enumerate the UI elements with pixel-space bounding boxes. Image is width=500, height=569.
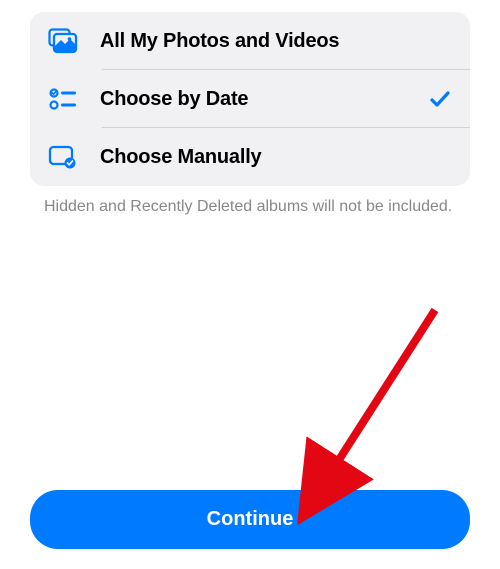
- option-label: Choose by Date: [100, 88, 428, 111]
- checkmark-icon: [428, 87, 452, 111]
- options-card: All My Photos and Videos Choose by Date: [30, 12, 470, 186]
- continue-button[interactable]: Continue: [30, 490, 470, 549]
- option-label: All My Photos and Videos: [100, 30, 452, 53]
- option-all-photos[interactable]: All My Photos and Videos: [30, 12, 470, 70]
- rectangle-badge-check-icon: [48, 142, 78, 172]
- photos-stack-icon: [48, 26, 78, 56]
- list-check-icon: [48, 84, 78, 114]
- option-choose-manually[interactable]: Choose Manually: [30, 128, 470, 186]
- helper-text: Hidden and Recently Deleted albums will …: [30, 186, 470, 218]
- spacer: [30, 218, 470, 470]
- option-label: Choose Manually: [100, 146, 452, 169]
- option-choose-by-date[interactable]: Choose by Date: [30, 70, 470, 128]
